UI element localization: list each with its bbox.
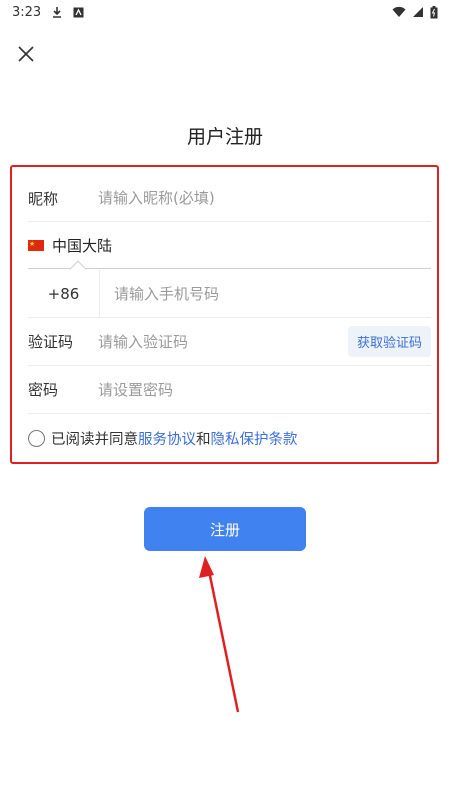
region-selector[interactable]: 中国大陆 — [28, 222, 431, 278]
service-agreement-link[interactable]: 服务协议 — [138, 432, 196, 448]
verify-code-input[interactable] — [98, 332, 348, 351]
page-title: 用户注册 — [186, 126, 263, 148]
agreement-and: 和 — [196, 431, 211, 448]
password-row: 密码 — [28, 366, 431, 414]
wifi-icon — [392, 6, 406, 18]
nickname-row: 昵称 — [28, 175, 431, 222]
region-label: 中国大陆 — [52, 236, 113, 255]
password-label: 密码 — [28, 381, 59, 399]
register-button[interactable]: 注册 — [144, 507, 306, 551]
status-bar: 3:23 — [0, 0, 450, 24]
privacy-policy-link[interactable]: 隐私保护条款 — [211, 432, 298, 448]
phone-input[interactable] — [114, 284, 431, 303]
download-icon — [51, 6, 63, 18]
agreement-radio[interactable] — [28, 429, 45, 447]
signal-icon — [412, 6, 424, 18]
flag-icon — [28, 237, 44, 251]
close-icon — [18, 46, 34, 62]
nickname-input[interactable] — [98, 189, 431, 207]
agreement-row: 已阅读并同意服务协议和隐私保护条款 — [28, 414, 431, 462]
verify-label: 验证码 — [28, 333, 74, 351]
country-code[interactable]: +86 — [28, 270, 100, 317]
app-icon — [73, 7, 84, 18]
phone-row: +86 — [28, 270, 431, 318]
password-input[interactable] — [98, 380, 431, 399]
verify-row: 验证码 获取验证码 — [28, 318, 431, 366]
close-button[interactable] — [14, 42, 38, 66]
get-code-button[interactable]: 获取验证码 — [347, 326, 431, 357]
status-time: 3:23 — [12, 4, 42, 20]
agreement-prefix: 已阅读并同意 — [51, 431, 138, 448]
agreement-text: 已阅读并同意服务协议和隐私保护条款 — [51, 428, 298, 449]
registration-form: 昵称 中国大陆 +86 验证码 获取验证码 密码 已阅读并同意服务协议和隐私保护… — [10, 165, 439, 464]
battery-icon — [430, 5, 438, 19]
nickname-label: 昵称 — [28, 189, 59, 208]
